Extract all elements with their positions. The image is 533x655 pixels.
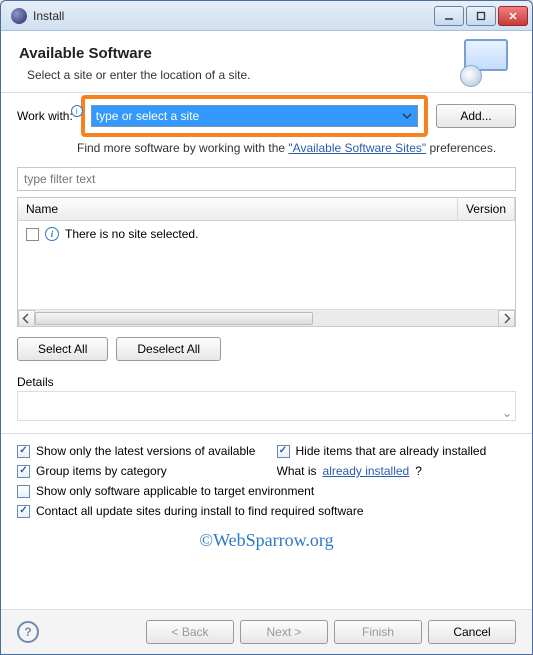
maximize-button[interactable] — [466, 6, 496, 26]
back-button[interactable]: < Back — [146, 620, 234, 644]
close-button[interactable] — [498, 6, 528, 26]
window-title: Install — [33, 9, 434, 23]
wizard-footer: ? < Back Next > Finish Cancel — [1, 609, 532, 654]
page-subtitle: Select a site or enter the location of a… — [27, 68, 514, 82]
next-button[interactable]: Next > — [240, 620, 328, 644]
hint-text: Find more software by working with the "… — [77, 141, 516, 155]
eclipse-icon — [11, 8, 27, 24]
tree-empty-row: i There is no site selected. — [26, 227, 507, 241]
available-sites-link[interactable]: "Available Software Sites" — [288, 141, 426, 155]
already-installed-link[interactable]: already installed — [323, 464, 410, 478]
highlight-box — [81, 95, 428, 137]
page-title: Available Software — [19, 45, 514, 62]
check-latest[interactable]: Show only the latest versions of availab… — [17, 444, 257, 458]
empty-message: There is no site selected. — [65, 227, 198, 241]
select-all-button[interactable]: Select All — [17, 337, 108, 361]
add-button[interactable]: Add... — [436, 104, 516, 128]
software-icon — [464, 39, 514, 85]
wizard-header: Available Software Select a site or ente… — [1, 31, 532, 93]
workwith-label: Work with: i — [17, 109, 73, 123]
scroll-left-icon[interactable] — [18, 310, 35, 327]
checkbox-icon[interactable] — [26, 228, 39, 241]
workwith-combo[interactable] — [91, 105, 418, 127]
watermark: ©WebSparrow.org — [17, 530, 516, 551]
help-button[interactable]: ? — [17, 621, 39, 643]
titlebar[interactable]: Install — [1, 1, 532, 31]
h-scrollbar[interactable] — [18, 309, 515, 326]
software-tree[interactable]: Name Version i There is no site selected… — [17, 197, 516, 327]
info-icon: i — [45, 227, 59, 241]
scroll-thumb[interactable] — [35, 312, 313, 325]
tree-header: Name Version — [18, 198, 515, 221]
workwith-input[interactable] — [91, 105, 418, 127]
col-version[interactable]: Version — [458, 198, 515, 220]
cancel-button[interactable]: Cancel — [428, 620, 516, 644]
scroll-right-icon[interactable] — [498, 310, 515, 327]
finish-button[interactable]: Finish — [334, 620, 422, 644]
info-icon: i — [71, 105, 83, 117]
chevron-down-icon[interactable] — [398, 107, 416, 125]
check-hide[interactable]: Hide items that are already installed — [277, 444, 517, 458]
details-label: Details — [17, 375, 516, 389]
install-dialog: Install Available Software Select a site… — [0, 0, 533, 655]
col-name[interactable]: Name — [18, 198, 458, 220]
check-contact[interactable]: Contact all update sites during install … — [17, 504, 516, 518]
details-area[interactable]: ⌄ — [17, 391, 516, 421]
check-applicable[interactable]: Show only software applicable to target … — [17, 484, 516, 498]
minimize-button[interactable] — [434, 6, 464, 26]
deselect-all-button[interactable]: Deselect All — [116, 337, 221, 361]
filter-input[interactable] — [17, 167, 516, 191]
whatis-text: What is already installed? — [277, 464, 517, 478]
check-group[interactable]: Group items by category — [17, 464, 257, 478]
